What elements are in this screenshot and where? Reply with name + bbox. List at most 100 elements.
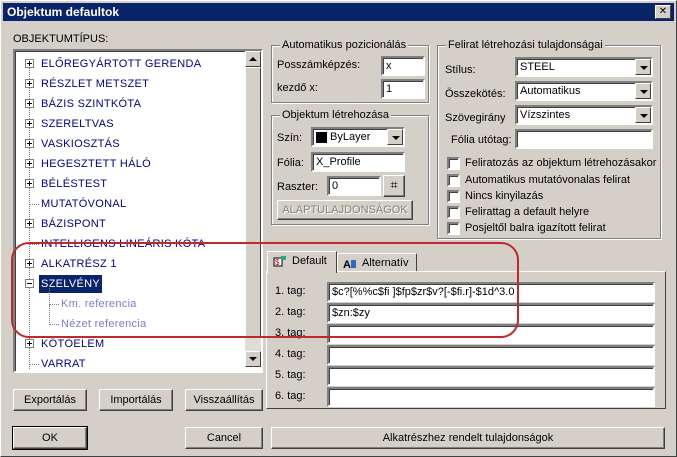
checkbox-auto-leader[interactable] <box>447 174 460 187</box>
tree-item[interactable]: VASKIOSZTÁS <box>15 135 245 153</box>
tree-item-label: BÁZISPONT <box>41 218 107 230</box>
tree-item-label: KÖTŐELEM <box>41 338 105 350</box>
expand-icon[interactable] <box>25 219 34 228</box>
tree-item-label: BÉLÉSTEST <box>41 178 108 190</box>
tree-item[interactable]: BÁZIS SZINTKÓTA <box>15 95 245 113</box>
checkbox-default-place[interactable] <box>447 206 460 219</box>
close-icon: ✕ <box>658 6 668 17</box>
tree-label: OBJEKTUMTÍPUS: <box>13 33 109 45</box>
scroll-thumb[interactable] <box>245 67 261 337</box>
ok-button[interactable]: OK <box>12 426 88 450</box>
expand-icon[interactable] <box>25 119 34 128</box>
tree-child-item[interactable]: Nézet referencia <box>15 305 245 333</box>
count-input[interactable]: x <box>381 56 425 76</box>
expand-icon[interactable] <box>25 79 34 88</box>
base-properties-button[interactable]: ALAPTULAJDONSÁGOK <box>277 200 413 220</box>
checkbox-label-2: Nincs kinyilazás <box>465 190 544 202</box>
checkbox-label-on-create[interactable] <box>447 157 460 170</box>
tag-input[interactable] <box>327 366 655 386</box>
link-label: Összekötés: <box>445 88 506 100</box>
chevron-down-icon[interactable] <box>635 83 651 99</box>
object-type-tree[interactable]: ELŐREGYÁRTOTT GERENDA RÉSZLET METSZET BÁZI… <box>13 49 263 373</box>
expand-icon[interactable] <box>25 339 34 348</box>
expand-icon[interactable] <box>25 259 34 268</box>
link-value: Automatikus <box>520 85 581 97</box>
tree-item[interactable]: VARRAT <box>15 355 245 371</box>
import-button[interactable]: Importálás <box>99 389 173 411</box>
part-properties-button[interactable]: Alkatrészhez rendelt tulajdonságok <box>271 427 665 449</box>
tree-item[interactable]: INTELLIGENS LINEÁRIS KÓTA <box>15 235 245 253</box>
tree-item[interactable]: ALKATRÉSZ 1 <box>15 255 245 273</box>
chevron-down-icon[interactable] <box>387 129 403 145</box>
layer-label: Fólia: <box>277 157 304 169</box>
tree-connector <box>29 204 39 205</box>
tree-connector <box>49 324 59 325</box>
restore-button[interactable]: Visszaállítás <box>185 389 263 411</box>
tree-item-label: Km. referencia <box>61 298 137 310</box>
raster-pick-button[interactable]: ⌗ <box>383 175 405 197</box>
expand-icon[interactable] <box>25 179 34 188</box>
label-props-title: Felirat létrehozási tulajdonságai <box>446 39 605 51</box>
tree-item-label: VASKIOSZTÁS <box>41 138 120 150</box>
raster-input[interactable]: 0 <box>327 176 381 196</box>
suffix-input[interactable] <box>515 129 653 149</box>
tag-input[interactable] <box>327 324 655 344</box>
checkbox-label-1: Automatikus mutatóvonalas felirat <box>465 174 631 186</box>
export-button[interactable]: Exportálás <box>13 389 87 411</box>
tree-item-label: BÁZIS SZINTKÓTA <box>41 98 142 110</box>
tag-icon: $ <box>273 256 286 267</box>
tree-item-label: HEGESZTETT HÁLÓ <box>41 158 152 170</box>
tree-item[interactable]: SZERELTVAS <box>15 115 245 133</box>
color-swatch <box>316 131 327 143</box>
tree-item-label: ELŐREGYÁRTOTT GERENDA <box>41 58 202 70</box>
tree-connector <box>49 304 59 305</box>
tab-default[interactable]: $ Default <box>267 251 337 273</box>
cancel-button[interactable]: Cancel <box>185 427 263 449</box>
tree-item[interactable]: HEGESZTETT HÁLÓ <box>15 155 245 173</box>
chevron-down-icon[interactable] <box>635 107 651 123</box>
tag-input[interactable] <box>327 387 655 407</box>
angle-label: Szövegirány <box>445 112 506 124</box>
tag-input[interactable]: $c?[%%c$fi ]$fp$zr$v?[-$fi.r]-$1d^3.0 <box>327 282 655 302</box>
tree-item[interactable]: BÁZISPONT <box>15 215 245 233</box>
tree-item-label: SZERELTVAS <box>41 118 114 130</box>
tree-item[interactable]: RÉSZLET METSZET <box>15 75 245 93</box>
tree-item-label: MUTATÓVONAL <box>41 198 127 210</box>
start-input[interactable]: 1 <box>381 79 425 99</box>
chevron-down-icon[interactable] <box>635 59 651 75</box>
tree-connector <box>29 364 39 365</box>
tree-connector <box>29 244 39 245</box>
color-select[interactable]: ByLayer <box>311 127 405 147</box>
collapse-icon[interactable] <box>25 279 34 288</box>
tag-label: 6. tag: <box>275 390 306 402</box>
tree-item[interactable]: BÉLÉSTEST <box>15 175 245 193</box>
tree-item[interactable]: KÖTŐELEM <box>15 335 245 353</box>
auto-position-title: Automatikus pozicionálás <box>280 39 409 51</box>
tree-connector <box>49 305 50 325</box>
angle-select[interactable]: Vízszintes <box>515 105 653 125</box>
expand-icon[interactable] <box>25 99 34 108</box>
tag-input[interactable] <box>327 345 655 365</box>
tag-input[interactable]: $zn:$zy <box>327 303 655 323</box>
link-select[interactable]: Automatikus <box>515 81 653 101</box>
expand-icon[interactable] <box>25 59 34 68</box>
scroll-down-button[interactable] <box>245 351 261 367</box>
checkbox-no-arrow[interactable] <box>447 190 460 203</box>
tree-item[interactable]: ELŐREGYÁRTOTT GERENDA <box>15 55 245 73</box>
style-value: STEEL <box>520 61 555 73</box>
style-select[interactable]: STEEL <box>515 57 653 77</box>
layer-input[interactable]: X_Profile <box>311 152 405 172</box>
tag-label: 5. tag: <box>275 369 306 381</box>
count-label: Posszámképzés: <box>277 59 361 71</box>
close-button[interactable]: ✕ <box>655 5 671 19</box>
tree-scrollbar[interactable] <box>245 51 261 367</box>
expand-icon[interactable] <box>25 159 34 168</box>
tree-item-label: RÉSZLET METSZET <box>41 78 150 90</box>
tab-alternative-label: Alternatív <box>362 257 409 269</box>
scroll-up-button[interactable] <box>245 51 261 67</box>
expand-icon[interactable] <box>25 139 34 148</box>
checkbox-left-align[interactable] <box>447 222 460 235</box>
tree-item[interactable]: MUTATÓVONAL <box>15 195 245 213</box>
tree-item-label: VARRAT <box>41 358 86 370</box>
tab-alternative[interactable]: A Alternatív <box>337 253 417 272</box>
